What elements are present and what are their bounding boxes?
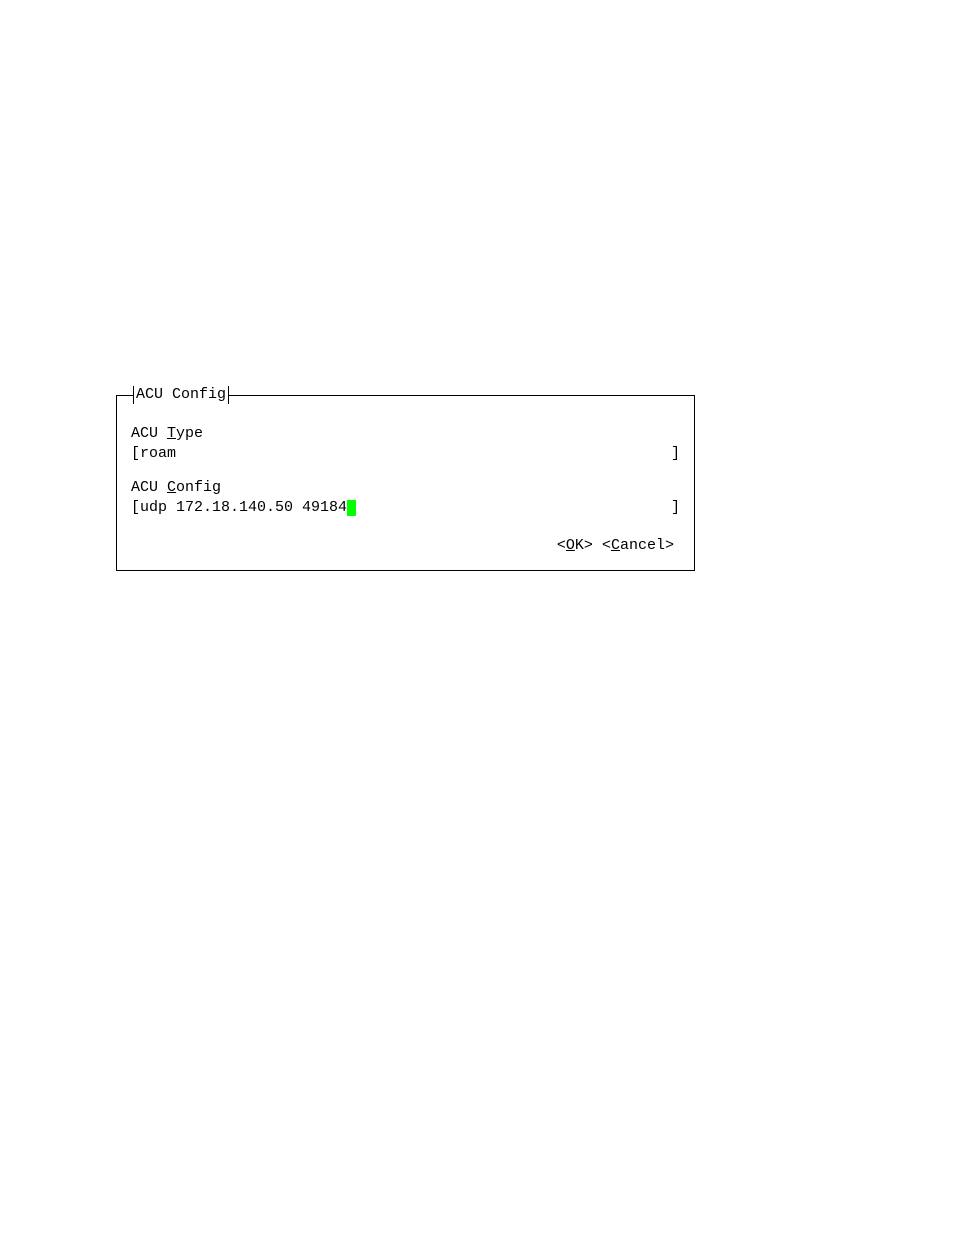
acu-config-value: udp 172.18.140.50 49184 (140, 499, 347, 516)
dialog-title: ACU Config (133, 386, 229, 404)
text-cursor (347, 500, 356, 516)
acu-config-label: ACU Config (131, 478, 680, 498)
cancel-button[interactable]: <Cancel> (602, 537, 674, 554)
dialog-title-wrap: ACU Config (133, 386, 229, 404)
dialog-body: ACU Type [roam ] ACU Config [udp 172.18.… (117, 396, 694, 570)
acu-type-group: ACU Type [roam ] (131, 424, 680, 464)
button-row: <OK> <Cancel> (131, 532, 680, 560)
acu-type-label: ACU Type (131, 424, 680, 444)
acu-type-input[interactable]: [roam ] (131, 444, 680, 464)
acu-type-value: roam (140, 445, 176, 462)
acu-config-input[interactable]: [udp 172.18.140.50 49184 ] (131, 498, 680, 518)
acu-config-group: ACU Config [udp 172.18.140.50 49184 ] (131, 478, 680, 518)
acu-config-dialog: ACU Config ACU Type [roam ] ACU Config [… (116, 395, 695, 571)
ok-button[interactable]: <OK> (557, 537, 593, 554)
